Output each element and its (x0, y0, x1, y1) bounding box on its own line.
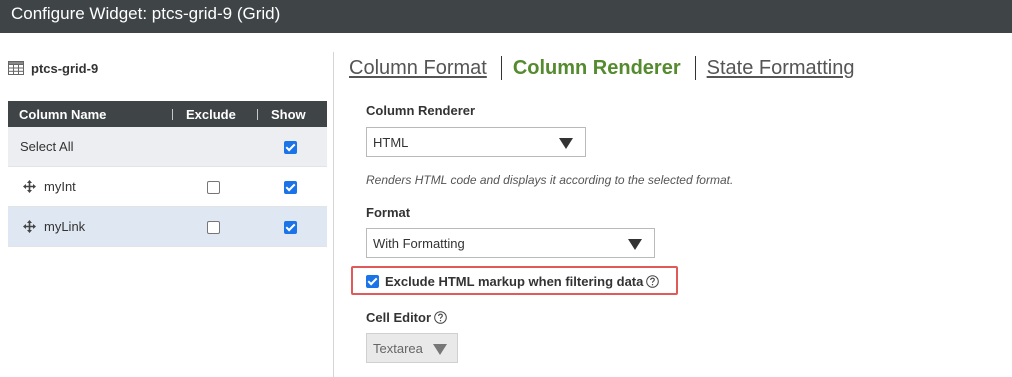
row-show-checkbox[interactable] (284, 181, 297, 194)
column-renderer-label: Column Renderer (366, 103, 476, 118)
tab-column-format[interactable]: Column Format (349, 57, 487, 80)
grid-header: ptcs-grid-9 (8, 58, 98, 78)
row-exclude-checkbox[interactable] (207, 221, 220, 234)
renderer-tabs: Column Format Column Renderer State Form… (349, 55, 854, 81)
cell-editor-heading: Cell Editor (366, 310, 447, 325)
help-icon[interactable] (646, 274, 660, 288)
row-column-name: myLink (44, 219, 86, 234)
select-all-label: Select All (20, 139, 74, 154)
tab-separator (694, 56, 696, 80)
format-label: Format (366, 205, 411, 220)
table-row[interactable]: myLink (8, 207, 327, 247)
drag-move-icon[interactable] (23, 180, 36, 193)
panel-divider (333, 52, 334, 377)
row-exclude-checkbox[interactable] (207, 181, 220, 194)
dropdown-arrow-icon (628, 239, 642, 250)
exclude-markup-checkbox[interactable] (366, 274, 379, 288)
tab-separator (500, 56, 502, 80)
header-separator (257, 109, 258, 120)
window-title-bar: Configure Widget: ptcs-grid-9 (Grid) (0, 0, 1012, 33)
header-show: Show (271, 106, 306, 122)
dropdown-arrow-icon (559, 138, 573, 149)
column-table-header: Column Name Exclude Show (8, 101, 327, 127)
header-column-name: Column Name (19, 106, 107, 122)
table-icon (8, 61, 24, 75)
tab-state-formatting[interactable]: State Formatting (707, 57, 855, 80)
renderer-description: Renders HTML code and displays it accord… (366, 173, 734, 187)
cell-editor-select: Textarea (366, 333, 458, 363)
row-column-name: myInt (44, 179, 76, 194)
drag-move-icon[interactable] (23, 220, 36, 233)
column-renderer-value: HTML (373, 134, 409, 150)
select-all-row: Select All (8, 127, 327, 167)
select-all-show-checkbox[interactable] (284, 141, 297, 154)
cell-editor-label: Cell Editor (366, 310, 432, 325)
table-row[interactable]: myInt (8, 167, 327, 207)
window-title: Configure Widget: ptcs-grid-9 (Grid) (11, 4, 281, 23)
header-exclude: Exclude (186, 106, 236, 122)
dropdown-arrow-icon (433, 344, 447, 355)
help-icon[interactable] (434, 311, 447, 324)
format-value: With Formatting (373, 235, 465, 251)
header-separator (172, 109, 173, 120)
tab-column-renderer[interactable]: Column Renderer (513, 57, 681, 80)
exclude-markup-option[interactable]: Exclude HTML markup when filtering data (366, 273, 660, 289)
exclude-markup-label: Exclude HTML markup when filtering data (385, 273, 644, 289)
format-select[interactable]: With Formatting (366, 228, 655, 258)
cell-editor-value: Textarea (373, 340, 423, 356)
row-show-checkbox[interactable] (284, 221, 297, 234)
column-table: Column Name Exclude Show Select All myIn… (8, 101, 327, 247)
column-renderer-select[interactable]: HTML (366, 127, 586, 157)
grid-name: ptcs-grid-9 (31, 60, 99, 76)
